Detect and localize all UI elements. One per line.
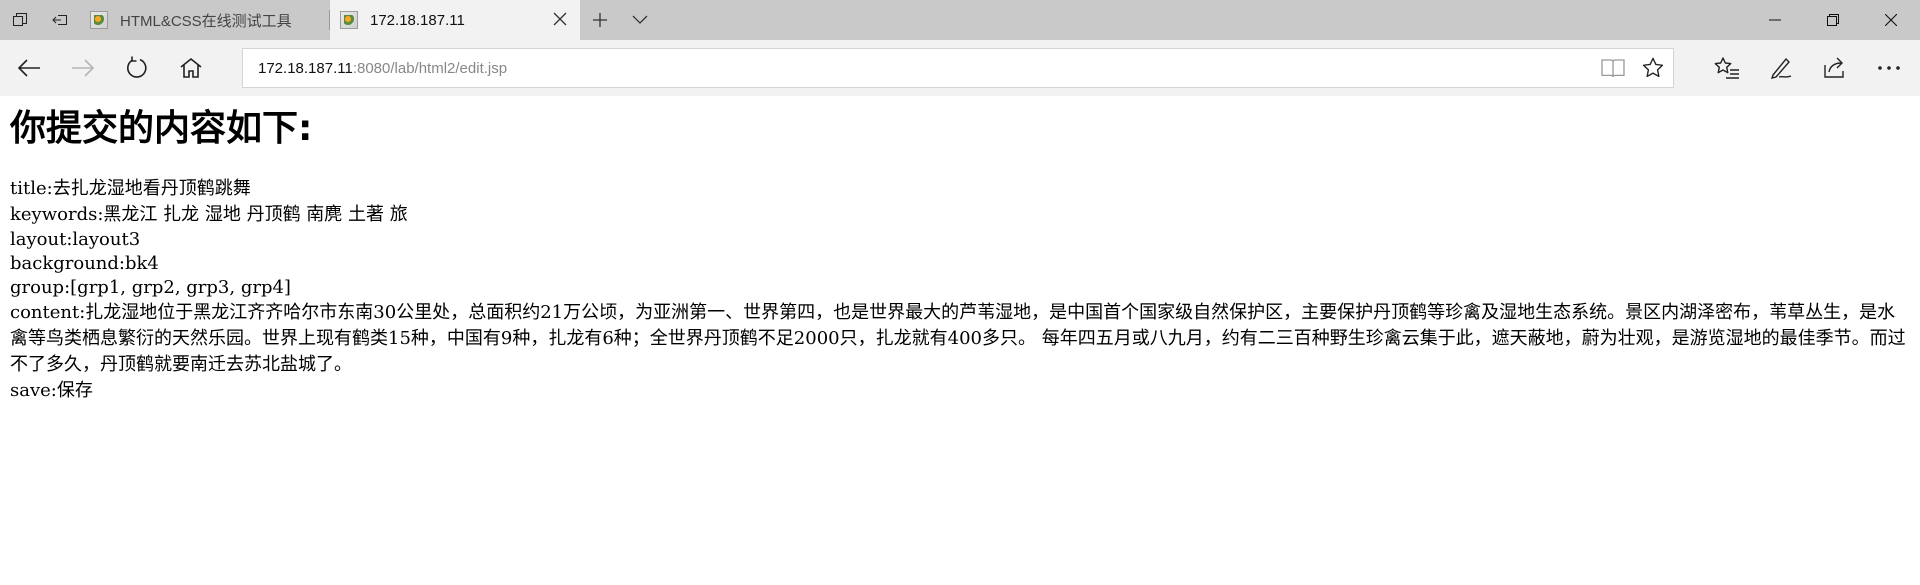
favorites-hub-button[interactable] [1700,40,1754,96]
refresh-button[interactable] [110,40,164,96]
field-title: title:去扎龙湿地看丹顶鹤跳舞 [10,176,1910,202]
tab-strip: HTML&CSS在线测试工具 172.18.187.11 [0,0,1920,40]
share-button[interactable] [1808,40,1862,96]
home-button[interactable] [164,40,218,96]
field-layout: layout:layout3 [10,228,1910,252]
home-icon [180,57,202,78]
tab-strip-spacer [660,0,1746,40]
share-icon [1824,57,1844,78]
field-value: bk4 [124,253,159,274]
close-window-button[interactable] [1862,0,1920,40]
back-arrow-icon [17,59,40,77]
close-window-icon [1885,14,1897,26]
tab-label: 172.18.187.11 [370,11,465,29]
field-keywords: keywords:黑龙江 扎龙 湿地 丹顶鹤 南麂 土著 旅 [10,202,1910,228]
url-path: :8080/lab/html2/edit.jsp [352,59,508,77]
star-icon [1642,57,1664,78]
tab-actions-icon[interactable] [0,0,40,40]
reading-view-icon [1601,59,1625,78]
field-value: 黑龙江 扎龙 湿地 丹顶鹤 南麂 土著 旅 [103,204,408,225]
forward-arrow-icon [72,59,95,77]
plus-icon [593,13,607,27]
field-label: layout: [10,229,73,250]
field-label: title: [10,178,53,199]
field-label: group: [10,277,71,298]
back-button[interactable] [2,40,56,96]
tab-html-css-tool[interactable]: HTML&CSS在线测试工具 [80,0,330,40]
minimize-icon [1769,19,1781,21]
field-value: [grp1, grp2, grp3, grp4] [70,277,291,298]
field-label: keywords: [10,204,104,225]
page-heading: 你提交的内容如下: [10,108,313,149]
more-icon [1878,66,1900,70]
chevron-down-icon [632,15,648,24]
field-content: content:扎龙湿地位于黑龙江齐齐哈尔市东南30公里处，总面积约21万公顷，… [10,300,1910,378]
tab-current-page[interactable]: 172.18.187.11 [330,0,580,40]
navigation-bar: 172.18.187.11:8080/lab/html2/edit.jsp [0,40,1920,96]
tab-preview-button[interactable] [620,0,660,40]
close-icon[interactable] [550,10,570,31]
field-label: content: [10,302,86,323]
reading-view-button[interactable] [1593,49,1633,87]
address-bar[interactable]: 172.18.187.11:8080/lab/html2/edit.jsp [242,48,1674,88]
field-background: background:bk4 [10,252,1910,276]
restore-icon [1827,14,1839,26]
toolbar-right [1700,40,1916,96]
minimize-button[interactable] [1746,0,1804,40]
field-label: save: [10,380,57,401]
restore-button[interactable] [1804,0,1862,40]
field-value: 保存 [56,380,93,401]
tab-label: HTML&CSS在线测试工具 [120,12,292,30]
field-save: save:保存 [10,378,1910,404]
field-value: 扎龙湿地位于黑龙江齐齐哈尔市东南30公里处，总面积约21万公顷，为亚洲第一、世界… [10,302,1906,375]
field-label: background: [10,253,125,274]
more-button[interactable] [1862,40,1916,96]
field-group: group:[grp1, grp2, grp3, grp4] [10,276,1910,300]
field-value: layout3 [72,229,141,250]
url-host: 172.18.187.11 [258,59,353,77]
web-note-button[interactable] [1754,40,1808,96]
pen-icon [1770,57,1792,79]
field-value: 去扎龙湿地看丹顶鹤跳舞 [52,178,251,199]
url-text[interactable]: 172.18.187.11:8080/lab/html2/edit.jsp [243,60,1593,77]
forward-button[interactable] [56,40,110,96]
new-tab-button[interactable] [580,0,620,40]
add-favorite-button[interactable] [1633,49,1673,87]
refresh-icon [127,56,147,78]
site-favicon-icon [90,11,108,29]
set-aside-tabs-icon[interactable] [40,0,80,40]
site-favicon-icon [340,11,358,29]
page-content: 你提交的内容如下: title:去扎龙湿地看丹顶鹤跳舞 keywords:黑龙江… [10,96,1910,404]
favorites-hub-icon [1714,57,1739,79]
